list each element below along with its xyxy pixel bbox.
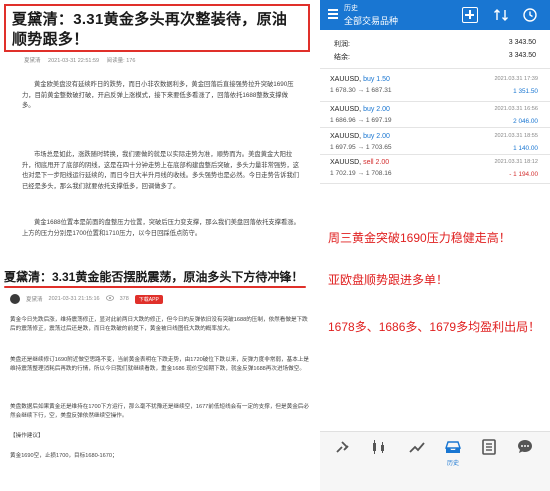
tab-quotes[interactable]	[326, 438, 360, 478]
news-icon	[482, 439, 496, 455]
promo-text: 周三黄金突破1690压力稳健走高！	[328, 231, 511, 245]
trade-profit: 2 046.00	[513, 118, 538, 125]
divider	[320, 101, 550, 102]
trade-time: 2021.03.31 16:56	[494, 106, 538, 112]
sort-icon[interactable]	[493, 7, 509, 23]
summary-profit-row: 利润: 3 343.50	[320, 39, 550, 52]
trade-row[interactable]: XAUUSD, sell 2.00 1 702.19 → 1 708.16 20…	[320, 156, 550, 186]
add-icon[interactable]	[462, 7, 478, 23]
period-clock-icon[interactable]	[522, 7, 538, 23]
trade-profit: - 1 194.00	[509, 171, 538, 178]
trade-symbol: XAUUSD,	[330, 76, 362, 83]
trade-time: 2021.03.31 17:39	[494, 76, 538, 82]
trade-row[interactable]: XAUUSD, buy 2.00 1 686.96 → 1 697.19 202…	[320, 103, 550, 133]
article2-views: 378	[119, 296, 129, 302]
trading-app-screen: 历史 全部交易品种 利润: 3 343.50 结余: 3 343.50 XAUU…	[320, 0, 550, 491]
quotes-icon	[336, 441, 349, 453]
article2-paragraph: 美盘还是继续修订1690附近做空思路不变，当前黄金表明在下跌走势，由1720破位…	[10, 357, 309, 373]
profit-value: 3 343.50	[508, 39, 536, 46]
chart-icon	[373, 440, 384, 454]
download-app-button[interactable]: 下载APP	[134, 294, 163, 304]
article2-paragraph: 美盘数据后如果黄金还是维持在1700下方运行，那么毫不犹豫还是继续空，1677前…	[10, 404, 309, 420]
article1-title-box: 夏黛清：3.31黄金多头再次整装待，原油顺势跟多！	[4, 4, 310, 52]
symbol-filter[interactable]: 全部交易品种	[344, 14, 398, 27]
tab-trade[interactable]	[400, 438, 434, 478]
article2-title-underline	[4, 286, 306, 288]
trade-icon	[409, 442, 425, 453]
trade-prices: 1 697.95 → 1 703.65	[330, 144, 392, 151]
trade-prices: 1 686.96 → 1 697.19	[330, 117, 392, 124]
article1-views: 阅读量: 176	[106, 58, 136, 64]
article1-paragraph: 黄金欧美盘没有延续昨日的跌势，而日小非农数据利多，黄金回落后直接强势拉升突破16…	[22, 81, 294, 109]
trade-profit: 1 351.50	[513, 88, 538, 95]
tab-news[interactable]	[472, 438, 506, 478]
divider	[320, 68, 550, 69]
article1-paragraph: 市场总是如此，涨跌随时转换，我们要做的就是以实际走势为准，顺势而为。美盘黄金大阳…	[22, 151, 300, 190]
article2-title: 夏黛清：3.31黄金能否摆脱震荡，原油多头下方待冲锋！	[4, 270, 304, 284]
trade-side: buy 2.00	[363, 133, 390, 140]
operation-advice: 黄金1690空，止损1700，目标1680-1670；	[10, 453, 118, 459]
divider	[320, 154, 550, 155]
tab-chat[interactable]	[508, 438, 542, 478]
trade-symbol: XAUUSD,	[330, 106, 362, 113]
article1-author: 夏黛清	[24, 58, 41, 64]
trade-side: sell 2.00	[363, 159, 390, 166]
eye-icon	[105, 295, 114, 303]
trade-symbol: XAUUSD,	[330, 133, 362, 140]
bottom-tab-bar: 历史	[320, 431, 550, 491]
tab-history[interactable]: 历史	[436, 438, 470, 478]
article2-date: 2021-03-31 21:15:16	[48, 296, 100, 302]
article2-paragraph: 黄金今日先跌后涨，维持震荡修正，显对此前两日大跌的修正，但今日的反弹依旧没有突破…	[10, 317, 308, 333]
article-panel: 夏黛清：3.31黄金多头再次整装待，原油顺势跟多！ 夏黛清 2021-03-31…	[0, 0, 316, 491]
balance-label: 结余:	[334, 54, 350, 61]
author-avatar	[10, 294, 20, 304]
trade-time: 2021.03.31 18:12	[494, 159, 538, 165]
header-title: 历史	[344, 5, 358, 12]
trade-prices: 1 702.19 → 1 708.16	[330, 170, 392, 177]
article1-paragraph: 黄金1688位置本是前面的盘整压力位置，突破后压力变支撑，那么我们美盘回落依托支…	[22, 219, 300, 237]
trade-prices: 1 678.30 → 1 687.31	[330, 87, 392, 94]
operation-advice-heading: 【操作建议】	[10, 433, 44, 439]
article1-meta: 夏黛清 2021-03-31 22:51:59 阅读量: 176	[24, 56, 141, 64]
summary-balance-row: 结余: 3 343.50	[320, 52, 550, 65]
article1-date: 2021-03-31 22:51:59	[48, 58, 100, 64]
trade-side: buy 2.00	[363, 106, 390, 113]
trade-row[interactable]: XAUUSD, buy 1.50 1 678.30 → 1 687.31 202…	[320, 73, 550, 103]
app-header: 历史 全部交易品种	[320, 0, 550, 30]
trade-profit: 1 140.00	[513, 145, 538, 152]
profit-label: 利润:	[334, 41, 350, 48]
chat-icon	[518, 440, 532, 453]
tab-history-label: 历史	[446, 461, 459, 467]
hamburger-menu-icon[interactable]	[328, 9, 338, 21]
history-icon	[445, 441, 461, 453]
balance-value: 3 343.50	[508, 52, 536, 59]
article2-meta: 夏黛清 2021-03-31 21:15:16 378 下载APP	[10, 292, 163, 306]
tab-chart[interactable]	[362, 438, 396, 478]
promo-text: 1678多、1686多、1679多均盈利出局！	[328, 320, 541, 334]
divider	[320, 183, 550, 184]
trade-time: 2021.03.31 18:55	[494, 133, 538, 139]
promo-text: 亚欧盘顺势跟进多单！	[328, 273, 449, 287]
trade-side: buy 1.50	[363, 76, 390, 83]
trade-symbol: XAUUSD,	[330, 159, 362, 166]
article1-title: 夏黛清：3.31黄金多头再次整装待，原油顺势跟多！	[12, 11, 288, 48]
divider	[320, 127, 550, 128]
article2-author: 夏黛清	[26, 297, 43, 303]
